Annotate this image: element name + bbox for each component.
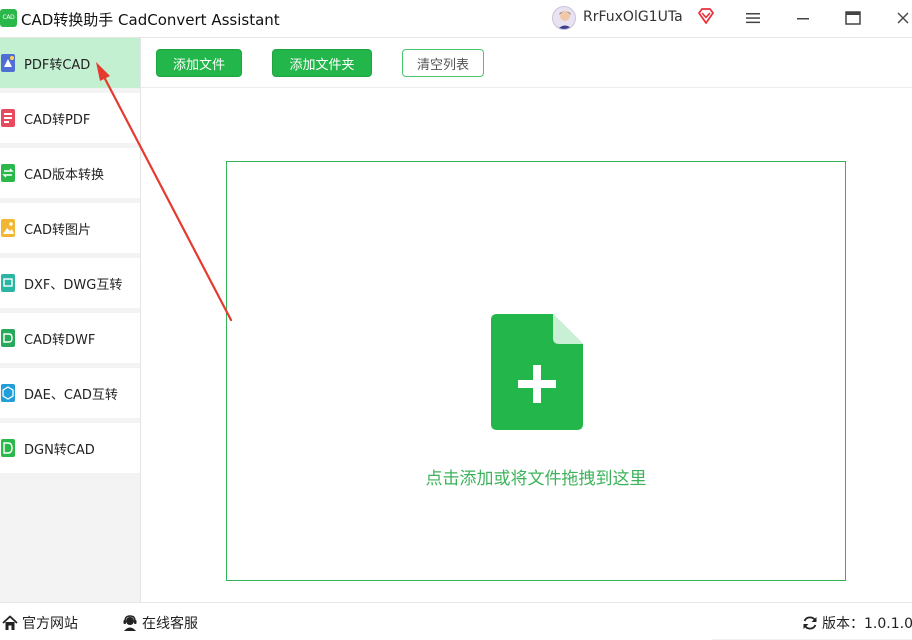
sidebar-item-label: CAD转DWF (24, 333, 96, 348)
official-site-label: 官方网站 (22, 616, 78, 632)
dae-cad-icon (1, 384, 15, 402)
version-info: 版本：1.0.1.0 (802, 613, 912, 633)
sidebar-item-cad-to-pdf[interactable]: CAD转PDF (0, 93, 140, 143)
app-logo: CAD (0, 9, 17, 27)
sidebar-item-cad-to-dwf[interactable]: CAD转DWF (0, 313, 140, 363)
title-bar: CAD CAD转换助手 CadConvert Assistant RrFuxOl… (0, 0, 912, 38)
online-service-label: 在线客服 (142, 616, 198, 632)
add-folder-button[interactable]: 添加文件夹 (272, 49, 372, 77)
drop-hint-text: 点击添加或将文件拖拽到这里 (425, 469, 647, 489)
menu-button[interactable] (740, 6, 766, 30)
sidebar-item-label: PDF转CAD (24, 58, 91, 73)
status-bar: 官方网站 在线客服 版本：1.0.1.0 (0, 602, 912, 640)
pdf-to-cad-icon (1, 54, 15, 72)
customer-service-icon (123, 615, 137, 631)
online-service-link[interactable]: 在线客服 (122, 613, 198, 633)
minimize-icon (797, 18, 809, 20)
sidebar-item-label: CAD转图片 (24, 223, 91, 238)
version-label: 版本：1.0.1.0 (822, 616, 912, 632)
sidebar-item-dgn-to-cad[interactable]: DGN转CAD (0, 423, 140, 473)
sidebar-item-dae-cad-convert[interactable]: DAE、CAD互转 (0, 368, 140, 418)
cad-version-icon (1, 164, 15, 182)
add-file-button[interactable]: 添加文件 (156, 49, 242, 77)
sidebar-item-label: DAE、CAD互转 (24, 388, 118, 403)
vip-diamond-icon[interactable] (697, 7, 715, 25)
cad-to-image-icon (1, 219, 15, 237)
user-avatar[interactable] (552, 6, 576, 30)
sidebar-item-label: DGN转CAD (24, 443, 95, 458)
toolbar: 添加文件 添加文件夹 清空列表 (141, 38, 912, 88)
cad-to-dwf-icon (1, 329, 15, 347)
sidebar-item-label: CAD转PDF (24, 113, 91, 128)
sidebar-item-cad-to-image[interactable]: CAD转图片 (0, 203, 140, 253)
official-site-link[interactable]: 官方网站 (2, 613, 78, 633)
maximize-button[interactable] (840, 6, 866, 30)
close-button[interactable] (890, 6, 912, 30)
sidebar-item-label: DXF、DWG互转 (24, 278, 123, 293)
user-name[interactable]: RrFuxOlG1UTa (583, 9, 683, 25)
window-title: CAD转换助手 CadConvert Assistant (21, 11, 280, 29)
file-drop-zone[interactable]: 点击添加或将文件拖拽到这里 (226, 161, 846, 581)
clear-list-button[interactable]: 清空列表 (402, 49, 484, 77)
add-file-icon (491, 314, 583, 430)
sidebar: PDF转CAD CAD转PDF CAD版本转换 CAD转图片 DXF、DWG互转 (0, 38, 141, 602)
sidebar-item-dxf-dwg-convert[interactable]: DXF、DWG互转 (0, 258, 140, 308)
dgn-to-cad-icon (1, 439, 15, 457)
home-icon (2, 615, 18, 630)
sidebar-item-label: CAD版本转换 (24, 168, 104, 183)
minimize-button[interactable] (790, 6, 816, 30)
maximize-icon (845, 11, 861, 25)
sidebar-item-cad-version-convert[interactable]: CAD版本转换 (0, 148, 140, 198)
close-icon (897, 12, 909, 24)
sidebar-item-pdf-to-cad[interactable]: PDF转CAD (0, 38, 140, 88)
dxf-dwg-icon (1, 274, 15, 292)
hamburger-menu-icon (746, 13, 760, 24)
cad-to-pdf-icon (1, 109, 15, 127)
refresh-icon (803, 616, 817, 630)
